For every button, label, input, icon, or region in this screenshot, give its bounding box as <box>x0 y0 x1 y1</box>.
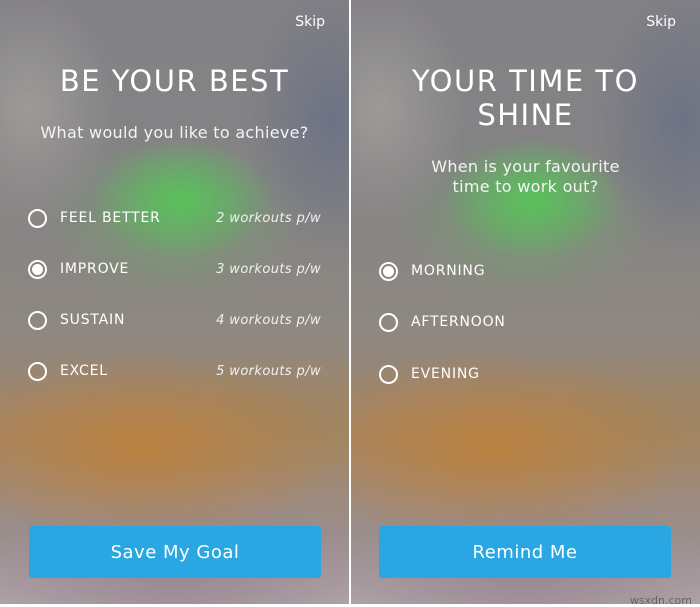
option-workouts: 5 workouts p/w <box>216 363 321 379</box>
radio-button[interactable] <box>28 310 47 330</box>
option-label: EVENING <box>411 366 480 382</box>
option-workouts: 3 workouts p/w <box>216 261 321 277</box>
goal-option-sustain[interactable]: SUSTAIN 4 workouts p/w <box>28 306 321 334</box>
radio-button[interactable] <box>379 312 398 332</box>
skip-button[interactable]: Skip <box>295 14 325 30</box>
page-title: BE YOUR BEST <box>59 64 290 98</box>
time-option-morning[interactable]: MORNING <box>379 257 672 285</box>
option-label: MORNING <box>411 263 486 279</box>
remind-me-button[interactable]: Remind Me <box>379 526 671 578</box>
page-subtitle: What would you like to achieve? <box>40 123 309 142</box>
radio-button[interactable] <box>28 259 47 279</box>
radio-button[interactable] <box>379 364 398 384</box>
time-option-evening[interactable]: EVENING <box>379 360 672 388</box>
page-subtitle-line-1: When is your favourite <box>431 157 620 176</box>
radio-dot <box>383 265 394 277</box>
goal-option-excel[interactable]: EXCEL 5 workouts p/w <box>28 357 321 385</box>
goal-option-improve[interactable]: IMPROVE 3 workouts p/w <box>28 255 321 283</box>
radio-button[interactable] <box>28 361 47 381</box>
goal-option-feel-better[interactable]: FEEL BETTER 2 workouts p/w <box>28 204 321 232</box>
watermark: wsxdn.com <box>629 594 692 607</box>
time-screen: Skip YOUR TIME TO SHINE When is your fav… <box>351 0 700 604</box>
option-label: SUSTAIN <box>60 312 126 328</box>
option-workouts: 4 workouts p/w <box>216 312 321 328</box>
page-subtitle-line-2: time to work out? <box>452 177 599 196</box>
option-label: IMPROVE <box>60 261 130 277</box>
time-option-afternoon[interactable]: AFTERNOON <box>379 308 672 336</box>
radio-button[interactable] <box>28 208 47 228</box>
option-label: FEEL BETTER <box>60 210 161 226</box>
save-goal-button[interactable]: Save My Goal <box>29 526 321 578</box>
option-label: AFTERNOON <box>411 314 506 330</box>
onboarding-screens: Skip BE YOUR BEST What would you like to… <box>0 0 700 607</box>
option-workouts: 2 workouts p/w <box>216 210 321 226</box>
page-title-line-1: YOUR TIME TO <box>412 64 639 98</box>
goal-screen: Skip BE YOUR BEST What would you like to… <box>0 0 349 604</box>
page-title-line-2: SHINE <box>477 98 574 132</box>
radio-button[interactable] <box>379 261 398 281</box>
option-label: EXCEL <box>60 363 108 379</box>
skip-button[interactable]: Skip <box>646 14 676 30</box>
radio-dot <box>32 263 43 275</box>
